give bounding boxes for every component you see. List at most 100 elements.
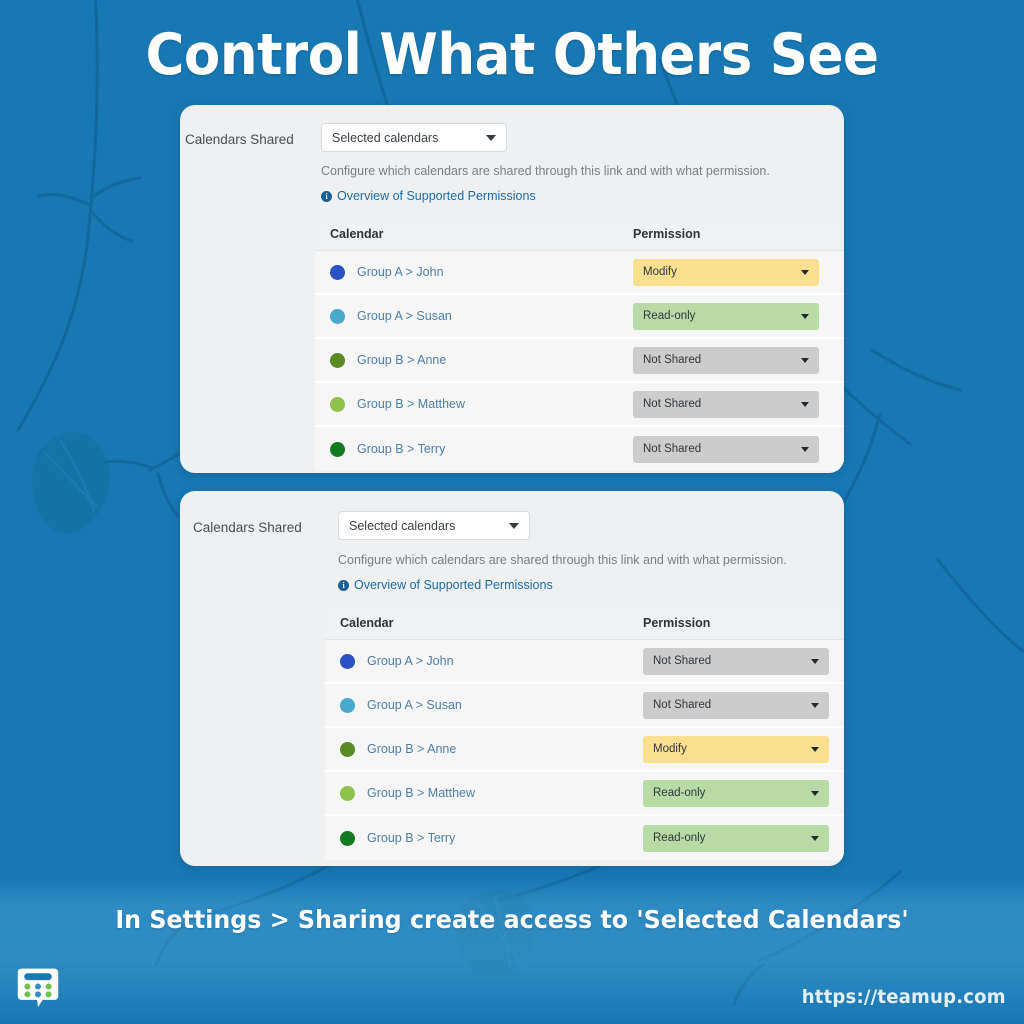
page-title: Control What Others See: [145, 22, 879, 88]
calendar-color-dot-icon: [330, 352, 345, 368]
chevron-down-icon: [811, 658, 819, 664]
calendar-color-dot-icon: [340, 697, 355, 713]
calendar-cell: Group A > John: [315, 264, 633, 280]
calendar-name: Group B > Anne: [367, 742, 457, 756]
calendar-cell: Group B > Terry: [315, 441, 633, 457]
table-body: Group A > John Modify Group A > Susan Read-…: [315, 251, 844, 471]
permission-select[interactable]: Modify: [643, 735, 829, 763]
chevron-down-icon: [801, 357, 809, 363]
helper-text: Configure which calendars are shared thr…: [338, 553, 787, 567]
calendar-name: Group B > Matthew: [357, 397, 466, 411]
permission-cell: Not Shared: [633, 390, 844, 418]
calendar-color-dot-icon: [330, 396, 345, 412]
permission-select[interactable]: Not Shared: [633, 390, 819, 418]
permission-select[interactable]: Not Shared: [633, 435, 819, 463]
permission-value: Read-only: [643, 310, 696, 322]
calendar-cell: Group A > John: [325, 653, 643, 669]
overview-of-supported-permissions-link[interactable]: i Overview of Supported Permissions: [321, 189, 844, 203]
instruction-caption: In Settings > Sharing create access to '…: [115, 905, 909, 934]
calendars-shared-field-row: Calendars Shared Selected calendars: [180, 491, 844, 540]
calendar-color-dot-icon: [330, 264, 345, 280]
calendar-color-dot-icon: [340, 785, 355, 801]
chevron-down-icon: [801, 401, 809, 407]
permission-value: Read-only: [653, 832, 706, 844]
chevron-down-icon: [811, 746, 819, 752]
info-icon: i: [321, 190, 332, 202]
permission-value: Not Shared: [653, 655, 712, 667]
calendar-cell: Group B > Terry: [325, 830, 643, 846]
calendar-name: Group B > Matthew: [367, 786, 476, 800]
chevron-down-icon: [486, 134, 496, 141]
permission-cell: Read-only: [643, 824, 844, 852]
chevron-down-icon: [801, 446, 809, 452]
calendar-name: Group B > Anne: [357, 353, 447, 367]
permission-select[interactable]: Read-only: [633, 302, 819, 330]
permissions-table: Calendar Permission Group A > John Modify…: [315, 217, 844, 471]
calendars-shared-value: Selected calendars: [349, 518, 456, 533]
sharing-settings-card-after: Calendars Shared Selected calendars Conf…: [180, 491, 844, 866]
helper-block: Configure which calendars are shared thr…: [338, 553, 844, 592]
calendar-cell: Group B > Matthew: [325, 785, 643, 801]
column-header-calendar: Calendar: [330, 226, 384, 241]
calendar-name: Group A > John: [357, 265, 444, 279]
table-header-row: Calendar Permission: [325, 606, 844, 640]
calendar-color-dot-icon: [340, 653, 355, 669]
calendar-cell: Group B > Anne: [315, 352, 633, 368]
helper-text: Configure which calendars are shared thr…: [321, 164, 770, 178]
calendar-cell: Group A > Susan: [315, 308, 633, 324]
permission-select[interactable]: Read-only: [643, 824, 829, 852]
permission-cell: Modify: [643, 735, 844, 763]
calendar-color-dot-icon: [330, 308, 345, 324]
calendar-cell: Group B > Anne: [325, 741, 643, 757]
calendars-shared-select[interactable]: Selected calendars: [338, 511, 530, 540]
calendar-cell: Group B > Matthew: [315, 396, 633, 412]
stage: Control What Others See Calendars Shared…: [0, 0, 1024, 1024]
footer-url[interactable]: https://teamup.com: [802, 986, 1006, 1008]
permission-select[interactable]: Not Shared: [643, 647, 829, 675]
column-header-calendar: Calendar: [340, 615, 394, 630]
table-row: Group A > Susan Not Shared: [325, 684, 844, 728]
permission-cell: Modify: [633, 258, 844, 286]
permission-value: Read-only: [653, 787, 706, 799]
table-header-row: Calendar Permission: [315, 217, 844, 251]
calendar-name: Group B > Terry: [357, 442, 446, 456]
permission-cell: Read-only: [633, 302, 844, 330]
calendar-name: Group A > Susan: [367, 698, 462, 712]
calendar-color-dot-icon: [330, 441, 345, 457]
permission-cell: Not Shared: [643, 691, 844, 719]
chevron-down-icon: [811, 790, 819, 796]
table-row: Group A > Susan Read-only: [315, 295, 844, 339]
permissions-link-label: Overview of Supported Permissions: [337, 189, 536, 203]
table-row: Group B > Anne Modify: [325, 728, 844, 772]
helper-block: Configure which calendars are shared thr…: [321, 164, 844, 203]
calendars-shared-value: Selected calendars: [332, 130, 439, 145]
sharing-settings-card-before: Calendars Shared Selected calendars Conf…: [180, 105, 844, 473]
permission-select[interactable]: Modify: [633, 258, 819, 286]
calendars-shared-select[interactable]: Selected calendars: [321, 123, 507, 152]
permission-value: Not Shared: [643, 398, 702, 410]
permissions-table: Calendar Permission Group A > John Not Sh…: [325, 606, 844, 860]
table-body: Group A > John Not Shared Group A > Susan N…: [325, 640, 844, 860]
table-row: Group A > John Modify: [315, 251, 844, 295]
permission-value: Not Shared: [653, 699, 712, 711]
permission-select[interactable]: Not Shared: [633, 346, 819, 374]
info-icon: i: [338, 579, 349, 591]
permission-cell: Not Shared: [633, 346, 844, 374]
permission-select[interactable]: Read-only: [643, 779, 829, 807]
permissions-link-label: Overview of Supported Permissions: [354, 578, 553, 592]
calendars-shared-label: Calendars Shared: [185, 132, 294, 147]
calendar-cell: Group A > Susan: [325, 697, 643, 713]
overview-of-supported-permissions-link[interactable]: i Overview of Supported Permissions: [338, 578, 844, 592]
calendar-color-dot-icon: [340, 741, 355, 757]
table-row: Group B > Anne Not Shared: [315, 339, 844, 383]
calendars-shared-field-row: Calendars Shared Selected calendars: [180, 105, 844, 152]
table-row: Group B > Terry Not Shared: [315, 427, 844, 471]
permission-value: Not Shared: [643, 354, 702, 366]
permission-cell: Not Shared: [633, 435, 844, 463]
permission-cell: Not Shared: [643, 647, 844, 675]
calendar-name: Group A > John: [367, 654, 454, 668]
calendar-name: Group B > Terry: [367, 831, 456, 845]
chevron-down-icon: [811, 702, 819, 708]
chevron-down-icon: [509, 522, 519, 529]
permission-select[interactable]: Not Shared: [643, 691, 829, 719]
